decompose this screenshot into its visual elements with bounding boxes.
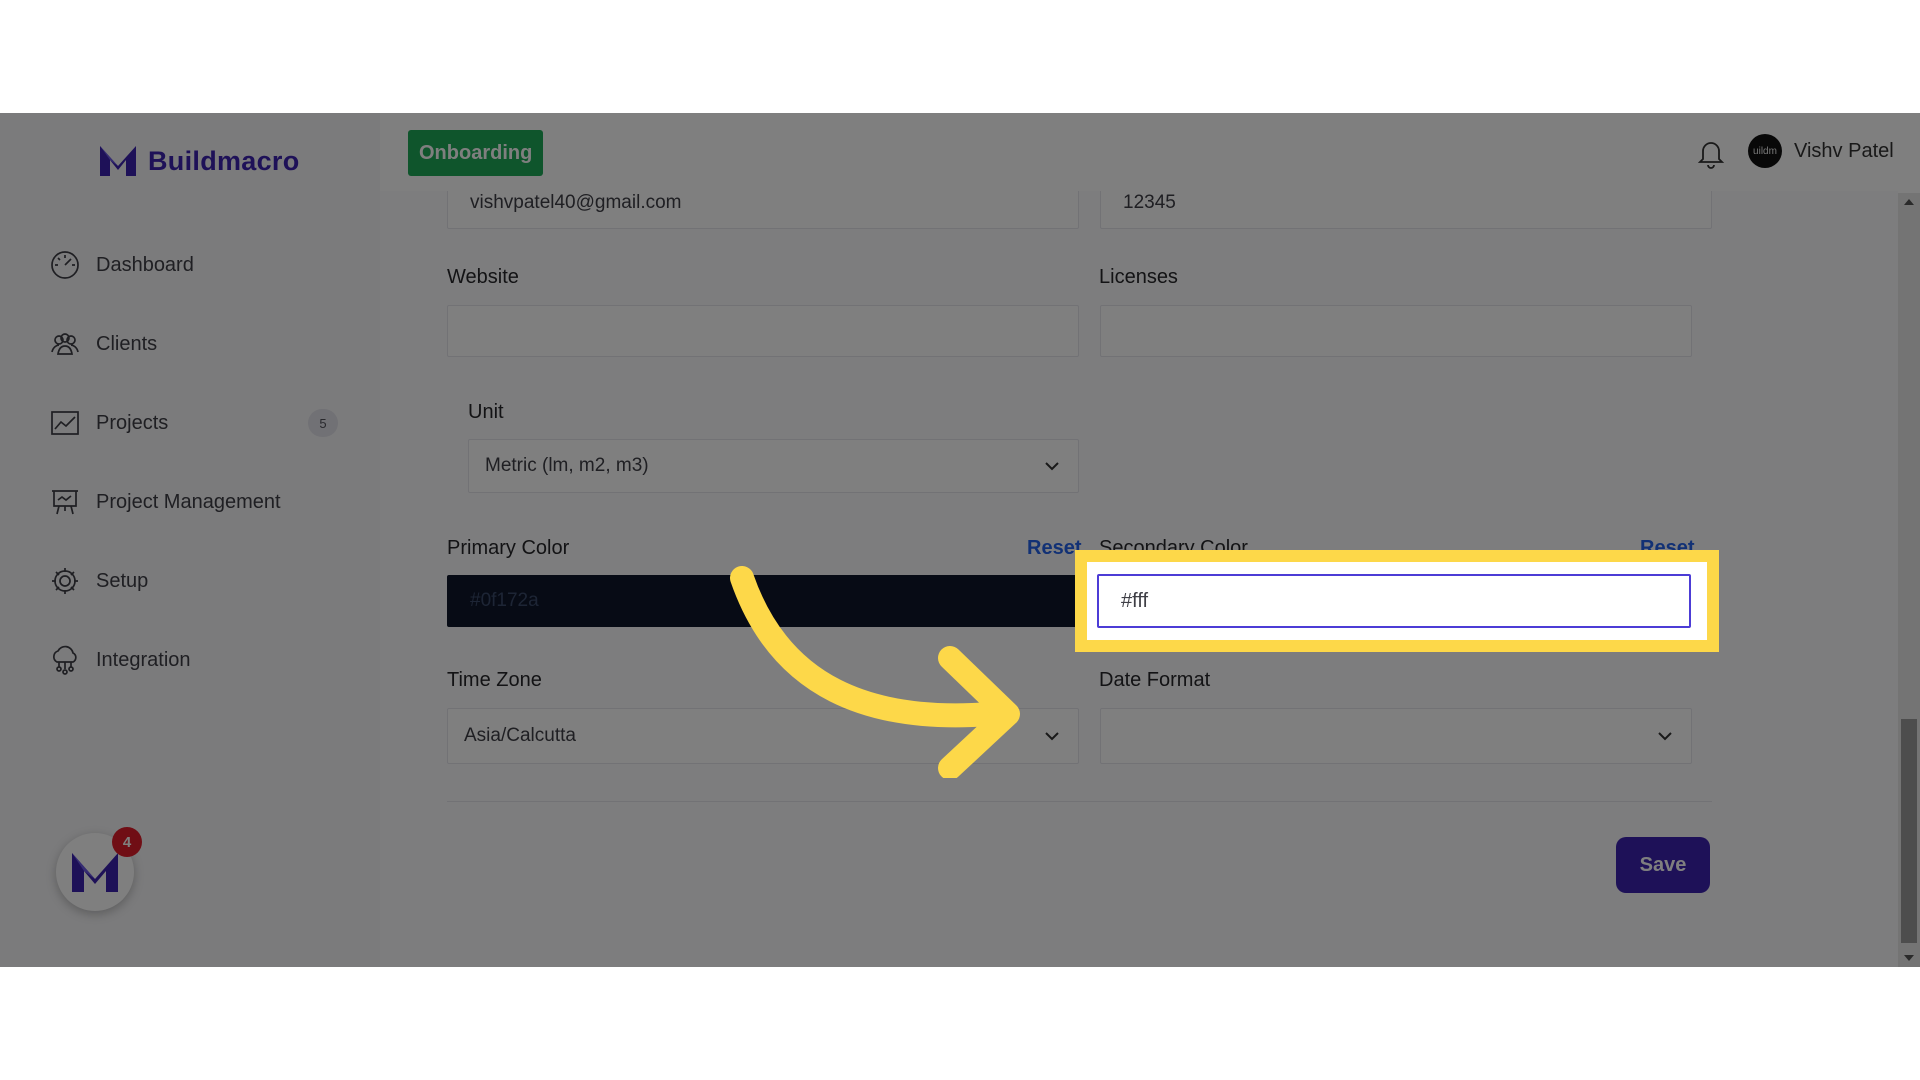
buildmacro-logo-icon <box>72 853 118 892</box>
brand-logo[interactable]: Buildmacro <box>98 139 300 183</box>
onboarding-button[interactable]: Onboarding <box>408 130 544 176</box>
users-icon <box>48 327 82 361</box>
gear-icon <box>48 564 82 598</box>
unit-select[interactable]: Metric (lm, m2, m3) <box>468 439 1079 493</box>
sidebar-item-label: Projects <box>96 411 169 434</box>
avatar[interactable]: uildm <box>1748 134 1782 168</box>
timezone-select-value: Asia/Calcutta <box>464 725 576 746</box>
date-format-label: Date Format <box>1099 669 1211 691</box>
sidebar-item-label: Project Management <box>96 490 281 513</box>
timezone-select[interactable]: Asia/Calcutta <box>447 708 1079 764</box>
date-format-select[interactable] <box>1100 708 1692 764</box>
phone-field[interactable]: 12345 <box>1100 191 1712 229</box>
scrollbar-thumb[interactable] <box>1901 719 1917 943</box>
chevron-down-icon <box>1044 728 1060 744</box>
form-divider <box>447 801 1712 802</box>
sidebar-item-label: Integration <box>96 648 191 671</box>
email-field[interactable]: vishvpatel40@gmail.com <box>447 191 1079 229</box>
sidebar-item-dashboard[interactable]: Dashboard <box>48 243 348 287</box>
primary-color-reset-link[interactable]: Reset <box>1027 537 1081 560</box>
sidebar-item-label: Setup <box>96 569 149 592</box>
buildmacro-logo-icon <box>100 146 136 176</box>
top-header: Onboarding uildm Vishv Patel <box>380 113 1920 191</box>
chart-line-icon <box>48 406 82 440</box>
save-button[interactable]: Save <box>1616 837 1710 893</box>
primary-color-input[interactable]: #0f172a <box>447 575 1079 627</box>
projects-count-badge: 5 <box>308 409 338 437</box>
timezone-label: Time Zone <box>447 669 542 691</box>
support-chat-button[interactable]: 4 <box>56 827 142 911</box>
brand-name: Buildmacro <box>148 145 300 176</box>
licenses-field[interactable] <box>1100 305 1692 357</box>
scroll-up-arrow-icon[interactable] <box>1904 199 1914 205</box>
bell-icon[interactable] <box>1696 137 1726 169</box>
sidebar-item-label: Dashboard <box>96 253 194 276</box>
licenses-label: Licenses <box>1099 266 1178 288</box>
tutorial-highlight-frame: #fff <box>1075 550 1719 652</box>
app-window: Buildmacro Dashboard Clients Projects 5 <box>0 113 1920 967</box>
website-label: Website <box>447 266 519 288</box>
sidebar-item-projects[interactable]: Projects 5 <box>48 401 348 445</box>
gauge-icon <box>48 248 82 282</box>
cloud-network-icon <box>48 643 82 677</box>
unit-select-value: Metric (lm, m2, m3) <box>485 455 649 476</box>
secondary-color-input[interactable]: #fff <box>1097 574 1691 628</box>
unit-label: Unit <box>468 401 504 423</box>
website-field[interactable] <box>447 305 1079 357</box>
chevron-down-icon <box>1657 728 1673 744</box>
sidebar: Buildmacro Dashboard Clients Projects 5 <box>0 113 380 967</box>
notification-count-badge: 4 <box>112 827 142 857</box>
primary-color-label: Primary Color <box>447 537 570 559</box>
presentation-board-icon <box>48 485 82 519</box>
sidebar-item-project-management[interactable]: Project Management <box>48 480 348 524</box>
sidebar-item-integration[interactable]: Integration <box>48 638 348 682</box>
user-name[interactable]: Vishv Patel <box>1794 140 1894 163</box>
chevron-down-icon <box>1044 458 1060 474</box>
sidebar-item-setup[interactable]: Setup <box>48 559 348 603</box>
sidebar-item-label: Clients <box>96 332 158 355</box>
page-scrollbar[interactable] <box>1898 193 1920 967</box>
scroll-down-arrow-icon[interactable] <box>1904 955 1914 961</box>
sidebar-item-clients[interactable]: Clients <box>48 322 348 366</box>
